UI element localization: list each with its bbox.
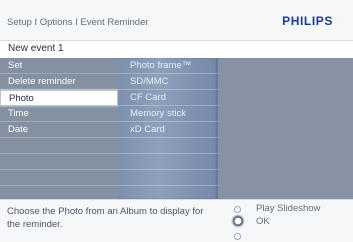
help-text: Choose the Photo from an Album to displa… [7, 206, 204, 230]
source-item-sd-mmc[interactable]: SD/MMC [118, 74, 218, 90]
photo-source-menu: Photo frame™ SD/MMC CF Card Memory stick… [118, 58, 218, 199]
title-bar: New event 1 [0, 40, 353, 59]
source-item-label: CF Card [130, 92, 166, 103]
empty-row [118, 154, 218, 170]
empty-row [0, 154, 118, 170]
nav-up-icon[interactable] [234, 206, 241, 213]
source-item-cf-card[interactable]: CF Card [118, 90, 218, 106]
menu-item-label: Delete reminder [8, 76, 76, 87]
navigation-controls: Play Slideshow OK [230, 200, 350, 242]
source-item-xd-card[interactable]: xD Card [118, 122, 218, 138]
menu-item-photo[interactable]: Photo [0, 90, 118, 106]
source-item-label: SD/MMC [130, 76, 169, 87]
play-slideshow-label: Play Slideshow [256, 203, 321, 214]
menu-item-label: Time [8, 108, 29, 119]
empty-row [118, 138, 218, 154]
empty-row [0, 138, 118, 154]
source-item-photo-frame[interactable]: Photo frame™ [118, 58, 218, 74]
ok-button-icon[interactable] [232, 215, 244, 227]
source-item-label: xD Card [130, 124, 165, 135]
breadcrumb: Setup I Options I Event Reminder [7, 17, 149, 28]
event-reminder-screen: Setup I Options I Event Reminder PHILIPS… [0, 0, 353, 242]
source-item-label: Memory stick [130, 108, 186, 119]
menu-item-date[interactable]: Date [0, 122, 118, 138]
preview-area [218, 58, 353, 199]
nav-down-icon[interactable] [234, 233, 241, 240]
menu-item-time[interactable]: Time [0, 106, 118, 122]
reminder-menu: Set Delete reminder Photo Time Date [0, 58, 118, 199]
ok-label: OK [256, 216, 270, 227]
empty-row [0, 170, 118, 186]
footer-bar: Choose the Photo from an Album to displa… [0, 199, 353, 242]
philips-logo: PHILIPS [282, 14, 333, 28]
menu-item-label: Date [8, 124, 29, 135]
empty-row [118, 170, 218, 186]
menu-item-label: Photo [9, 93, 34, 104]
page-title: New event 1 [8, 43, 64, 54]
header-bar: Setup I Options I Event Reminder PHILIPS [0, 0, 353, 40]
menu-item-set[interactable]: Set [0, 58, 118, 74]
source-item-memory-stick[interactable]: Memory stick [118, 106, 218, 122]
menu-panel: Set Delete reminder Photo Time Date Phot… [0, 58, 353, 199]
source-item-label: Photo frame™ [130, 60, 192, 71]
menu-item-delete-reminder[interactable]: Delete reminder [0, 74, 118, 90]
menu-item-label: Set [8, 60, 23, 71]
